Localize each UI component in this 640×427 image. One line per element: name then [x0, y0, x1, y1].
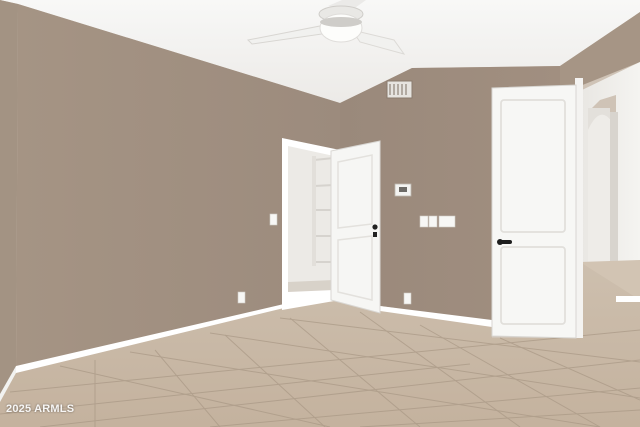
closet-door-knob	[372, 224, 378, 230]
outlet-left	[237, 291, 246, 304]
closet-interior	[288, 146, 334, 290]
ac-vent	[386, 80, 413, 99]
wall-switch-3	[438, 215, 456, 228]
baseboard-hall	[616, 296, 640, 302]
entry-door	[491, 84, 577, 339]
watermark: 2025 ARMLS	[6, 403, 75, 415]
wall-switch-1	[419, 215, 429, 228]
wall-switch-2	[428, 215, 438, 228]
outlet-back	[403, 292, 412, 305]
left-side-wall	[0, 0, 18, 400]
room-photo: 2025 ARMLS	[0, 0, 640, 427]
light-switch	[269, 213, 278, 226]
